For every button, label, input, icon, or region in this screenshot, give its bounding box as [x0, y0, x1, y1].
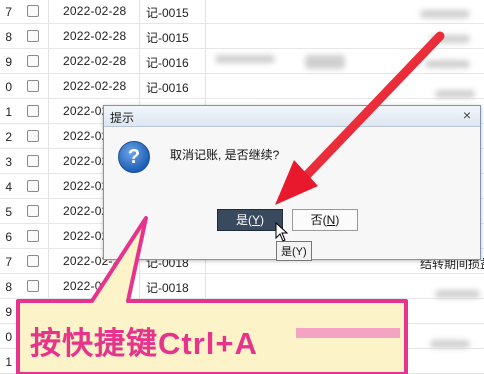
shortcut-callout-text: 按快捷键Ctrl+A: [30, 326, 258, 361]
